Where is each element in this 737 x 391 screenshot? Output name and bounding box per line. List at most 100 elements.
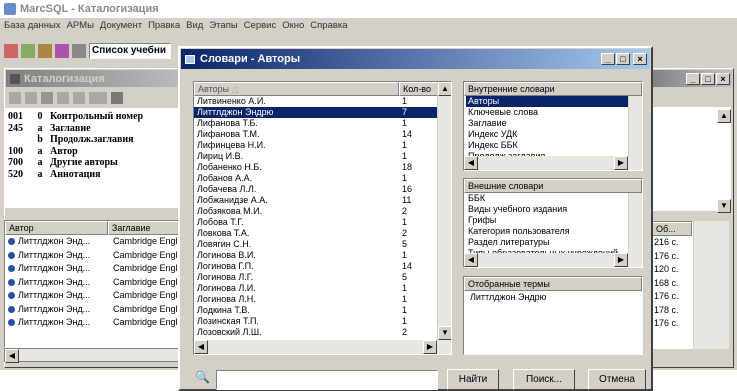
scroll-left-button[interactable]: ◀ [5,349,19,363]
search-button[interactable]: Поиск... [513,369,575,390]
author-row[interactable]: Ловягин С.Н. 5 [194,239,437,250]
dict-item[interactable]: Ключевые слова [466,107,630,118]
dict-item[interactable]: Раздел литературы [466,237,630,248]
col-author[interactable]: Автор [5,221,108,235]
author-row[interactable]: Лифанова Т.М. 14 [194,129,437,140]
marc-field[interactable]: 001 0 Контрольный номер [8,111,192,123]
new-doc-icon[interactable] [4,44,18,58]
table-row[interactable]: Литтлджон Энд... Cambridge Engl [5,262,193,276]
internal-hscroll[interactable]: ◀ ▶ [464,156,642,170]
menu-item[interactable]: Этапы [209,20,237,34]
tool-icon-5[interactable] [89,92,107,104]
dict-item[interactable]: Категория пользователя [466,226,630,237]
menu-item[interactable]: Сервис [244,20,277,34]
author-row[interactable]: Лобова Т.Г. 1 [194,217,437,228]
author-row[interactable]: Логинова Г.П. 14 [194,261,437,272]
table-row[interactable]: Литтлджон Энд... Cambridge Engl [5,303,193,317]
binoculars-icon[interactable] [111,92,123,104]
list-combo[interactable]: Список учебни [89,43,171,59]
marc-field[interactable]: 700 a Другие авторы [8,157,192,169]
internal-scroll-right[interactable]: ▶ [614,156,628,170]
author-row[interactable]: Ловкова Т.А. 2 [194,228,437,239]
minimize-button[interactable]: _ [686,72,700,85]
table-row[interactable]: Литтлджон Энд... Cambridge Engl [5,249,193,263]
menu-item[interactable]: Документ [100,20,142,34]
menu-item[interactable]: Окно [282,20,304,34]
scroll-up-button[interactable]: ▲ [717,109,731,123]
internal-vscroll[interactable] [628,96,642,156]
menu-item[interactable]: Справка [310,20,347,34]
author-row[interactable]: Лифанова Т.Б. 1 [194,118,437,129]
menu-item[interactable]: Вид [186,20,203,34]
internal-scroll-left[interactable]: ◀ [464,156,478,170]
marc-field[interactable]: 245 a Заглавие [8,123,192,135]
authors-scroll-down[interactable]: ▼ [438,326,451,340]
external-scroll-left[interactable]: ◀ [464,253,478,267]
tool-icon-3[interactable] [57,92,69,104]
table-row[interactable]: Литтлджон Энд... Cambridge Engl [5,289,193,303]
copy-icon[interactable] [21,44,35,58]
books-icon[interactable] [55,44,69,58]
author-row[interactable]: Лобанов А.А. 1 [194,173,437,184]
table-row[interactable]: Литтлджон Энд... Cambridge Engl [5,316,193,330]
tool-icon-4[interactable] [73,92,85,104]
catalog-list-vscroll[interactable] [693,221,729,349]
author-row[interactable]: Литвиненко А.И. 1 [194,96,437,107]
table-row[interactable]: Литтлджон Энд... Cambridge Engl [5,276,193,290]
table-row[interactable]: Литтлджон Энд... Cambridge Engl [5,235,193,249]
author-row[interactable]: Логинова В.И. 1 [194,250,437,261]
scroll-down-button[interactable]: ▼ [717,199,731,213]
external-scroll-right[interactable]: ▶ [614,253,628,267]
author-row[interactable]: Лобачева Л.Л. 16 [194,184,437,195]
menu-item[interactable]: Правка [148,20,180,34]
menu-item[interactable]: База данных [4,20,61,34]
author-row[interactable]: Логинова Л.Г. 5 [194,272,437,283]
save-icon[interactable] [41,92,53,104]
authors-scroll-left[interactable]: ◀ [194,340,208,354]
dict-item[interactable]: Заглавие [466,118,630,129]
link-icon[interactable] [38,44,52,58]
col-count[interactable]: Кол-во [399,82,439,96]
find-button[interactable]: Найти [447,369,499,390]
marc-field[interactable]: 520 a Аннотация [8,169,192,181]
dict-item[interactable]: Индекс ББК [466,140,630,151]
author-row[interactable]: Лозовский Л.Ш. 2 [194,327,437,338]
author-row[interactable]: Лобжанидзе А.А. 11 [194,195,437,206]
dict-item[interactable]: Индекс УДК [466,129,630,140]
close-button[interactable]: × [716,72,730,85]
author-row[interactable]: Лобзякова М.И. 2 [194,206,437,217]
menu-item[interactable]: АРМы [67,20,94,34]
author-row[interactable]: Лозинская Т.П. 1 [194,316,437,327]
arrow-icon[interactable] [72,44,86,58]
search-input[interactable] [216,370,438,390]
marc-field[interactable]: 100 a Автор [8,146,192,158]
dialog-minimize-button[interactable]: _ [601,53,615,65]
author-row[interactable]: Лириц И.В. 1 [194,151,437,162]
author-row[interactable]: Литтлджон Эндрю 7 [194,107,437,118]
catalog-hscroll[interactable]: ◀ [4,348,194,363]
tool-icon-2[interactable] [25,92,37,104]
dict-item[interactable]: Грифы [466,215,630,226]
maximize-button[interactable]: □ [701,72,715,85]
author-row[interactable]: Логинова Л.Н. 1 [194,294,437,305]
dict-item[interactable]: Литтлджон Эндрю [468,292,632,303]
marc-field[interactable]: b Продолж.заглавия [8,134,192,146]
authors-vscroll[interactable]: ▲ ▼ [437,82,451,340]
dict-item[interactable]: Авторы [466,96,630,107]
col-authors[interactable]: Авторы △ [194,82,399,96]
author-row[interactable]: Лобаненко Н.Б. 18 [194,162,437,173]
author-row[interactable]: Лодкина Т.В. 1 [194,305,437,316]
authors-scroll-up[interactable]: ▲ [438,82,451,96]
cancel-button[interactable]: Отмена [588,369,646,390]
external-vscroll[interactable] [628,193,642,253]
authors-hscroll[interactable]: ◀ ▶ [194,340,451,354]
dict-item[interactable]: ББК [466,193,630,204]
tool-icon-1[interactable] [9,92,21,104]
col-pages[interactable]: Об... [652,222,692,236]
authors-scroll-right[interactable]: ▶ [423,340,437,354]
external-hscroll[interactable]: ◀ ▶ [464,253,642,267]
dict-item[interactable]: Виды учебного издания [466,204,630,215]
dialog-close-button[interactable]: × [633,53,647,65]
author-row[interactable]: Лифинцева Н.И. 1 [194,140,437,151]
author-row[interactable]: Логинова Л.И. 1 [194,283,437,294]
